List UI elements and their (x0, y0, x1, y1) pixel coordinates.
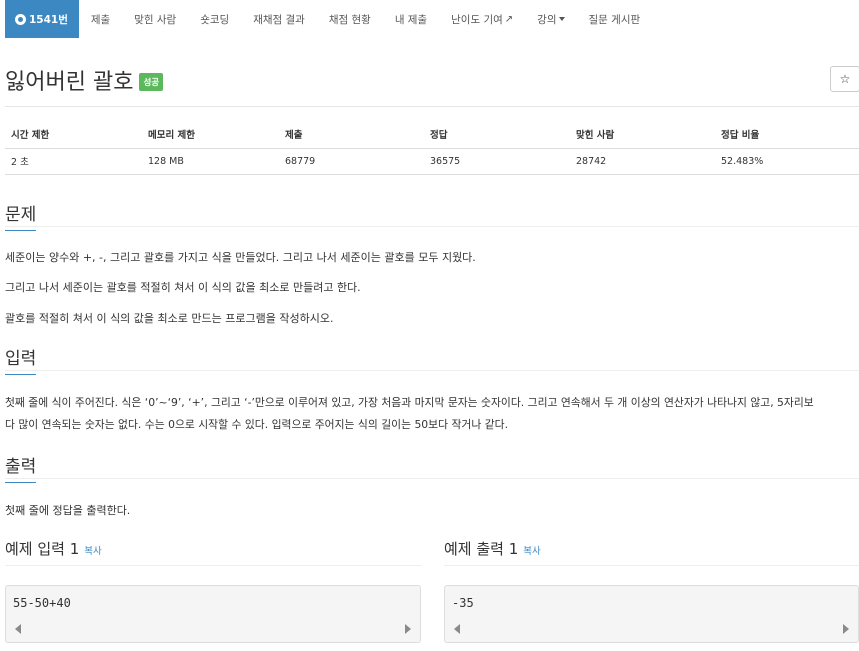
nav-difficulty-label: 난이도 기여 (451, 13, 503, 26)
sample-input-text: 55-50+40 (13, 596, 71, 610)
sample-output-box[interactable]: -35 (444, 585, 859, 643)
success-badge: 성공 (139, 73, 164, 91)
nav-my-submissions[interactable]: 내 제출 (383, 0, 439, 38)
title-divider (5, 106, 859, 107)
sample-input-box[interactable]: 55-50+40 (5, 585, 421, 643)
problem-title-row: 잃어버린 괄호 성공 (5, 64, 164, 96)
copy-sample-output-link[interactable]: 복사 (523, 546, 540, 557)
scroll-right-arrow-icon[interactable] (843, 624, 849, 634)
output-description: 첫째 줄에 정답을 출력한다. (5, 504, 131, 517)
sample-input-header: 예제 입력 1 복사 (5, 538, 102, 566)
nav-lectures-dropdown[interactable]: 강의 (525, 0, 576, 38)
sample-output-divider (444, 565, 859, 566)
caret-down-icon (558, 17, 565, 21)
info-value-row: 2 초 128 MB 68779 36575 28742 52.483% (5, 148, 859, 175)
input-description-line-2: 다 많이 연속되는 숫자는 없다. 수는 0으로 시작할 수 있다. 입력으로 … (5, 418, 509, 431)
sample-output-title-text: 예제 출력 1 (444, 540, 519, 558)
value-ratio: 52.483% (715, 148, 859, 175)
nav-problem-number-label: 1541번 (29, 13, 68, 26)
external-link-icon: ↗ (504, 13, 514, 25)
copy-sample-input-link[interactable]: 복사 (84, 546, 101, 557)
problem-paragraph-1: 세준이는 양수와 +, -, 그리고 괄호를 가지고 식을 만들었다. 그리고 … (5, 251, 476, 264)
header-solvers: 맞힌 사람 (570, 121, 715, 149)
nav-shortcoding[interactable]: 숏코딩 (188, 0, 241, 38)
problem-info-table: 시간 제한 메모리 제한 제출 정답 맞힌 사람 정답 비율 2 초 128 M… (5, 121, 859, 175)
nav-question-board[interactable]: 질문 게시판 (577, 0, 653, 38)
problem-nav: 1541번 제출 맞힌 사람 숏코딩 재채점 결과 채점 현황 내 제출 난이도… (0, 0, 859, 38)
sample-output-title: 예제 출력 1 복사 (444, 538, 541, 566)
page-title: 잃어버린 괄호 (5, 70, 134, 95)
nav-rejudge-results[interactable]: 재채점 결과 (241, 0, 317, 38)
header-memory-limit: 메모리 제한 (142, 121, 279, 149)
nav-lectures-label: 강의 (537, 13, 557, 26)
value-solvers: 28742 (570, 148, 715, 175)
input-description-line-1: 첫째 줄에 식이 주어진다. 식은 ‘0’~‘9’, ‘+’, 그리고 ‘-’만… (5, 396, 814, 409)
input-section-divider (5, 370, 859, 371)
header-time-limit: 시간 제한 (5, 121, 142, 149)
header-submissions: 제출 (279, 121, 424, 149)
header-ratio: 정답 비율 (715, 121, 859, 149)
sample-output-header: 예제 출력 1 복사 (444, 538, 541, 566)
value-submissions: 68779 (279, 148, 424, 175)
info-header-row: 시간 제한 메모리 제한 제출 정답 맞힌 사람 정답 비율 (5, 121, 859, 149)
scroll-left-arrow-icon[interactable] (454, 624, 460, 634)
star-icon: ☆ (839, 72, 851, 86)
value-memory-limit: 128 MB (142, 148, 279, 175)
nav-problem-number[interactable]: 1541번 (5, 0, 79, 38)
tier-badge-icon (15, 13, 26, 25)
scroll-left-arrow-icon[interactable] (15, 624, 21, 634)
sample-output-text: -35 (452, 596, 474, 610)
sample-input-title: 예제 입력 1 복사 (5, 538, 102, 566)
favorite-star-button[interactable]: ☆ (830, 66, 859, 92)
nav-submit[interactable]: 제출 (79, 0, 122, 38)
value-accepted: 36575 (424, 148, 570, 175)
nav-solvers[interactable]: 맞힌 사람 (122, 0, 188, 38)
sample-input-divider (5, 565, 421, 566)
sample-input-title-text: 예제 입력 1 (5, 540, 80, 558)
header-accepted: 정답 (424, 121, 570, 149)
problem-section-divider (5, 226, 859, 227)
nav-status[interactable]: 채점 현황 (317, 0, 383, 38)
output-section-divider (5, 478, 859, 479)
problem-paragraph-3: 괄호를 적절히 쳐서 이 식의 값을 최소로 만드는 프로그램을 작성하시오. (5, 312, 334, 325)
scroll-right-arrow-icon[interactable] (405, 624, 411, 634)
problem-paragraph-2: 그리고 나서 세준이는 괄호를 적절히 쳐서 이 식의 값을 최소로 만들려고 … (5, 281, 361, 294)
nav-difficulty-contribution[interactable]: 난이도 기여 ↗ (439, 0, 525, 38)
value-time-limit: 2 초 (5, 148, 142, 175)
